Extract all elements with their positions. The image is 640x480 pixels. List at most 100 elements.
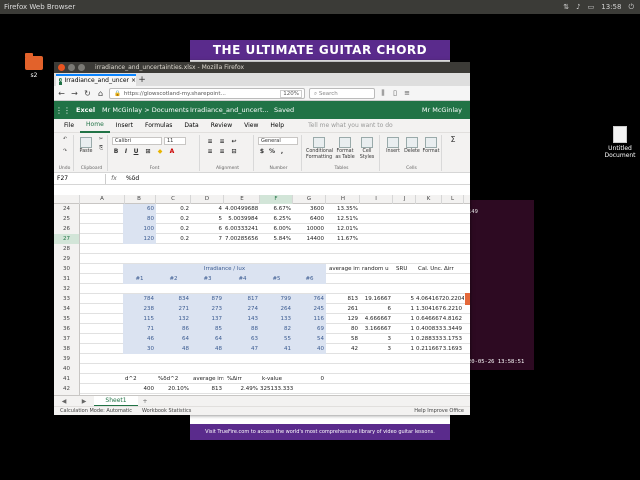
cell-l38[interactable]: 3.1693 (442, 344, 464, 354)
cell-f24[interactable]: 6.67% (260, 204, 293, 214)
column-header-a[interactable]: A (80, 195, 125, 204)
cell-f25[interactable]: 6.25% (260, 214, 293, 224)
window-titlebar[interactable]: irradiance_and_uncertainties.xlsx - Mozi… (54, 62, 470, 73)
tab-view[interactable]: View (238, 119, 264, 133)
row-header[interactable]: 39 (54, 354, 80, 364)
cell-c41[interactable]: %δd^2 (156, 374, 191, 384)
conditional-formatting-button[interactable]: Conditional Formatting (306, 137, 333, 161)
cell-i34[interactable]: 6 (360, 304, 393, 314)
cell-l36[interactable]: 3.3449 (442, 324, 464, 334)
row-header[interactable]: 40 (54, 364, 80, 374)
cell-l34[interactable]: 6.2210 (442, 304, 464, 314)
merge-icon[interactable]: ⊟ (230, 148, 238, 156)
close-window-icon[interactable] (58, 64, 65, 71)
cell-b41[interactable]: d^2 (123, 374, 156, 384)
help-improve-office[interactable]: Help Improve Office (414, 407, 470, 415)
cell-g35[interactable]: 116 (293, 314, 326, 324)
cell-c33[interactable]: 834 (156, 294, 191, 304)
cell-b24[interactable]: 60 (123, 204, 156, 214)
cell-h37[interactable]: 58 (327, 334, 360, 344)
cell-g34[interactable]: 245 (293, 304, 326, 314)
tab-home[interactable]: Home (80, 119, 110, 133)
cell-d35[interactable]: 137 (191, 314, 224, 324)
row-header[interactable]: 41 (54, 374, 80, 384)
user-name[interactable]: Mr McGinlay (422, 106, 470, 114)
network-icon[interactable]: ⇅ (563, 0, 569, 14)
desktop-folder[interactable]: s2 (22, 53, 46, 79)
cell-d24[interactable]: 4 (191, 204, 224, 214)
excel-app-name[interactable]: Excel (72, 106, 102, 114)
calculation-mode[interactable]: Calculation Mode: Automatic (60, 407, 132, 415)
maximize-window-icon[interactable] (78, 64, 85, 71)
row-header[interactable]: 30 (54, 264, 80, 274)
align-center-icon[interactable]: ≡ (218, 148, 226, 156)
breadcrumb[interactable]: Mr McGinlay > Documents (102, 106, 190, 114)
copy-button[interactable]: ⎘ (96, 146, 106, 152)
row-header[interactable]: 31 (54, 274, 80, 284)
sheet-nav-right-icon[interactable]: ▶ (74, 398, 94, 405)
cell-f35[interactable]: 133 (260, 314, 293, 324)
cell-b38[interactable]: 30 (123, 344, 156, 354)
cell-j33[interactable]: 5 (394, 294, 416, 304)
cell-i38[interactable]: 3 (360, 344, 393, 354)
cell-h24[interactable]: 13.35% (327, 204, 360, 214)
cell-b27[interactable]: 120 (123, 234, 156, 244)
url-bar[interactable]: 🔒 https://glowscotland-my.sharepoint... … (109, 87, 305, 99)
tab-help[interactable]: Help (264, 119, 290, 133)
cell-l35[interactable]: 4.8162 (442, 314, 464, 324)
cell-g37[interactable]: 54 (293, 334, 326, 344)
column-header-d[interactable]: D (191, 195, 224, 204)
function-icon[interactable]: fx (106, 175, 122, 182)
zoom-indicator[interactable]: 120% (280, 89, 302, 98)
cell-merged-title[interactable]: Irradiance / lux (123, 264, 326, 274)
cell-c36[interactable]: 86 (156, 324, 191, 334)
spreadsheet-grid[interactable]: ABCDEFGHIJKL 24 60 0.2 4 4.00499688 6.67% 3600… (54, 195, 470, 395)
system-tray[interactable]: ⇅ ♪ ▭ 13:58 ⏻ (563, 0, 640, 14)
cell-h36[interactable]: 80 (327, 324, 360, 334)
battery-icon[interactable]: ▭ (588, 0, 595, 14)
cell-g25[interactable]: 6400 (293, 214, 326, 224)
column-header-i[interactable]: I (360, 195, 393, 204)
cell-b33[interactable]: 784 (123, 294, 156, 304)
cell-e24[interactable]: 4.00499688 (225, 204, 260, 214)
cell-h30[interactable]: average irrad (327, 264, 360, 274)
redo-button[interactable]: ↷ (59, 149, 71, 155)
row-header[interactable]: 27 (54, 234, 80, 244)
paste-button[interactable]: Paste (78, 137, 94, 155)
number-format-select[interactable]: General (258, 137, 298, 145)
cell-e37[interactable]: 63 (225, 334, 260, 344)
row-header[interactable]: 24 (54, 204, 80, 214)
column-header-b[interactable]: B (123, 195, 156, 204)
cell-d36[interactable]: 85 (191, 324, 224, 334)
cell-d37[interactable]: 64 (191, 334, 224, 344)
cell-b31[interactable]: #1 (123, 274, 156, 284)
cell-c35[interactable]: 132 (156, 314, 191, 324)
sheet-tab[interactable]: Sheet1 (94, 395, 138, 407)
italic-button[interactable]: I (122, 148, 130, 156)
cell-d31[interactable]: #3 (191, 274, 224, 284)
cell-e42[interactable]: 2.49% (225, 384, 260, 394)
row-header[interactable]: 28 (54, 244, 80, 254)
cell-e31[interactable]: #4 (225, 274, 260, 284)
terminal-window[interactable]: 149153.7% 95.9%..4: 1.3% 0.2%..8: 1.2% 0… (466, 200, 534, 370)
app-launcher-icon[interactable]: ⋮⋮ (54, 106, 72, 115)
cell-k38[interactable]: 0.211667 (416, 344, 442, 354)
cell-f27[interactable]: 5.84% (260, 234, 293, 244)
cell-b25[interactable]: 80 (123, 214, 156, 224)
cell-l33[interactable]: 20.2204 (442, 294, 464, 304)
cell-h25[interactable]: 12.51% (327, 214, 360, 224)
cell-d27[interactable]: 7 (191, 234, 224, 244)
name-box[interactable]: F27 (54, 173, 106, 184)
cell-c25[interactable]: 0.2 (156, 214, 191, 224)
cell-f31[interactable]: #5 (260, 274, 293, 284)
fill-color-icon[interactable]: ◆ (156, 148, 164, 156)
cell-g24[interactable]: 3600 (293, 204, 326, 214)
cell-e25[interactable]: 5.0039984 (225, 214, 260, 224)
underline-button[interactable]: U (132, 148, 140, 156)
cell-d38[interactable]: 48 (191, 344, 224, 354)
currency-icon[interactable]: $ (258, 148, 266, 156)
row-header[interactable]: 35 (54, 314, 80, 324)
column-header-e[interactable]: E (225, 195, 260, 204)
column-header-h[interactable]: H (327, 195, 360, 204)
cell-h27[interactable]: 11.67% (327, 234, 360, 244)
